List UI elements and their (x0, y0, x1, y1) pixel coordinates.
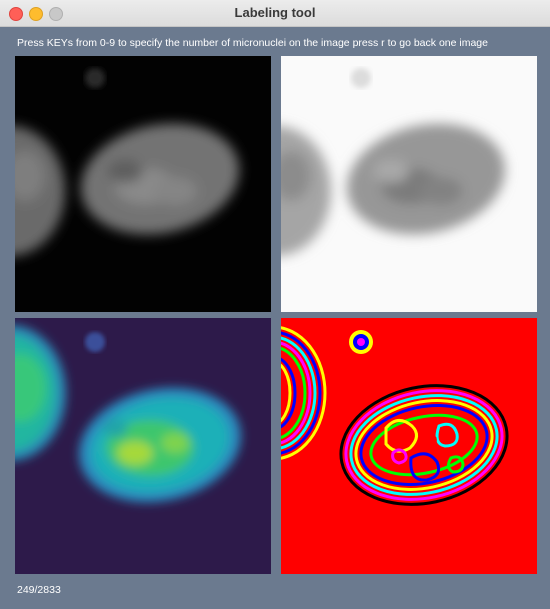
image-panel-viridis (15, 318, 271, 574)
window-title: Labeling tool (234, 5, 316, 20)
image-panel-contour (281, 318, 537, 574)
title-bar: Labeling tool (0, 0, 550, 27)
instruction-text: Press KEYs from 0-9 to specify the numbe… (17, 37, 488, 49)
image-panel-grayscale (15, 56, 271, 312)
image-panel-inverted (281, 56, 537, 312)
app-window: Labeling tool Press KEYs from 0-9 to spe… (0, 0, 550, 609)
image-counter: 249/2833 (17, 584, 61, 596)
